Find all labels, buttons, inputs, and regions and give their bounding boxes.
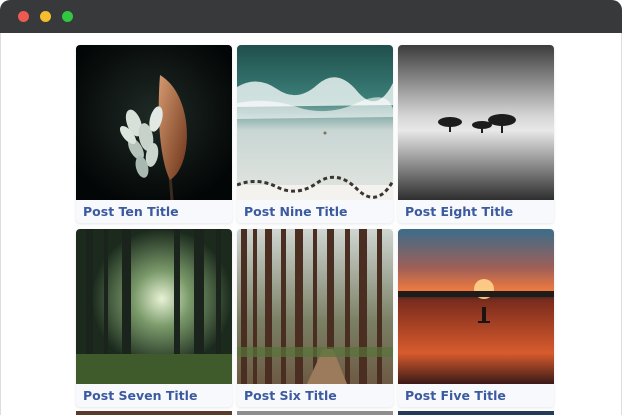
post-title[interactable]: Post Seven Title [76, 384, 232, 407]
post-title[interactable]: Post Five Title [398, 384, 554, 407]
post-card[interactable]: Post Eight Title [398, 45, 554, 223]
post-title[interactable]: Post Six Title [237, 384, 393, 407]
post-card[interactable]: Post Five Title [398, 229, 554, 407]
artichoke-flower-image [76, 45, 232, 200]
sunlit-forest-image [76, 229, 232, 384]
pine-forest-path-image [237, 229, 393, 384]
post-card[interactable]: Post Seven Title [76, 229, 232, 407]
misty-lake-trees-image [398, 45, 554, 200]
close-dot-icon[interactable] [18, 11, 29, 22]
post-title[interactable]: Post Nine Title [237, 200, 393, 223]
next-row-peek [76, 411, 556, 415]
window-titlebar [0, 0, 622, 33]
post-title[interactable]: Post Eight Title [398, 200, 554, 223]
post-card[interactable]: Post Six Title [237, 229, 393, 407]
browser-window: Post Ten Title Post Nine Title Post Eigh… [0, 0, 622, 415]
post-grid: Post Ten Title Post Nine Title Post Eigh… [76, 45, 556, 407]
minimize-dot-icon[interactable] [40, 11, 51, 22]
post-card[interactable]: Post Nine Title [237, 45, 393, 223]
post-card[interactable]: Post Ten Title [76, 45, 232, 223]
maximize-dot-icon[interactable] [62, 11, 73, 22]
ocean-beach-aerial-image [237, 45, 393, 200]
post-title[interactable]: Post Ten Title [76, 200, 232, 223]
sunset-lake-image [398, 229, 554, 384]
